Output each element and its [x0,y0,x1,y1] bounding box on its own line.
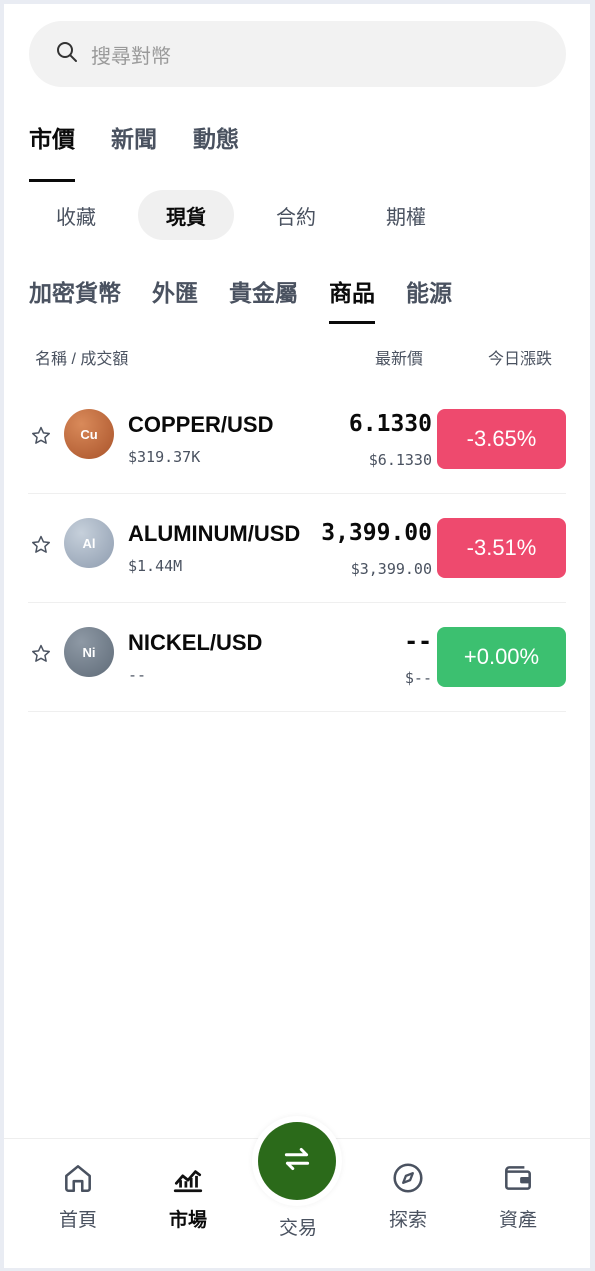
list-item[interactable]: Al ALUMINUM/USD $1.44M 3,399.00 $3,399.0… [28,494,566,603]
nickel-avatar: Ni [64,627,114,677]
nav-market[interactable]: 市場 [138,1161,238,1232]
tab-feed[interactable]: 動態 [193,120,239,168]
app-screen: 搜尋對幣 市價 新聞 動態 收藏 現貨 合約 期權 加密貨幣 外匯 貴金屬 商品… [4,4,590,1268]
top-tabs: 市價 新聞 動態 [29,120,275,182]
segment-spot[interactable]: 現貨 [138,190,234,240]
category-commodities[interactable]: 商品 [329,274,375,324]
copper-avatar: Cu [64,409,114,459]
star-icon[interactable] [30,534,52,556]
last-price: -- [404,629,432,655]
pair-name: NICKEL/USD [128,630,263,655]
segment-options[interactable]: 期權 [358,190,454,240]
category-crypto[interactable]: 加密貨幣 [29,274,121,308]
list-item[interactable]: Ni NICKEL/USD -- -- $-- +0.00% [28,603,566,712]
pair-name: COPPER/USD [128,412,274,437]
column-header-change[interactable]: 今日漲跌 [488,345,552,369]
category-forex[interactable]: 外匯 [152,274,198,308]
wallet-icon [468,1161,568,1195]
change-badge[interactable]: -3.51% [437,518,566,578]
change-badge[interactable]: -3.65% [437,409,566,469]
tab-market-price[interactable]: 市價 [29,120,75,182]
swap-icon [280,1142,314,1181]
trade-volume: $1.44M [128,557,183,575]
search-input[interactable]: 搜尋對幣 [91,40,171,69]
home-icon [28,1161,128,1195]
nav-explore-label: 探索 [388,1210,427,1231]
last-price-usd: $-- [404,669,432,687]
market-type-segments: 收藏 現貨 合約 期權 [28,190,468,240]
trade-button[interactable] [252,1116,342,1206]
nav-explore[interactable]: 探索 [358,1161,458,1232]
category-energy[interactable]: 能源 [406,274,452,308]
nav-home-label: 首頁 [58,1210,97,1231]
star-icon[interactable] [30,425,52,447]
trade-fab[interactable] [258,1122,336,1200]
nav-trade-label: 交易 [278,1218,317,1239]
search-icon [55,40,79,69]
nav-market-label: 市場 [168,1210,207,1231]
category-tabs: 加密貨幣 外匯 貴金屬 商品 能源 [29,274,483,324]
tab-news[interactable]: 新聞 [111,120,157,168]
last-price: 6.1330 [348,411,432,437]
list-item[interactable]: Cu COPPER/USD $319.37K 6.1330 $6.1330 -3… [28,385,566,494]
segment-futures[interactable]: 合約 [248,190,344,240]
compass-icon [358,1161,458,1195]
trade-volume: -- [128,666,147,684]
pair-name: ALUMINUM/USD [128,521,301,546]
last-price-usd: $6.1330 [368,451,432,469]
nav-home[interactable]: 首頁 [28,1161,128,1232]
last-price-usd: $3,399.00 [350,560,432,578]
nav-assets-label: 資產 [498,1210,537,1231]
aluminum-avatar: Al [64,518,114,568]
column-header-price[interactable]: 最新價 [375,345,423,369]
nav-assets[interactable]: 資產 [468,1161,568,1232]
market-list: Cu COPPER/USD $319.37K 6.1330 $6.1330 -3… [28,385,566,712]
trade-volume: $319.37K [128,448,201,466]
column-header-name[interactable]: 名稱 / 成交額 [35,345,128,369]
last-price: 3,399.00 [321,520,432,546]
search-bar[interactable]: 搜尋對幣 [29,21,566,87]
category-precious-metals[interactable]: 貴金屬 [229,274,298,308]
change-badge[interactable]: +0.00% [437,627,566,687]
chart-icon [138,1161,238,1195]
segment-favorites[interactable]: 收藏 [28,190,124,240]
star-icon[interactable] [30,643,52,665]
